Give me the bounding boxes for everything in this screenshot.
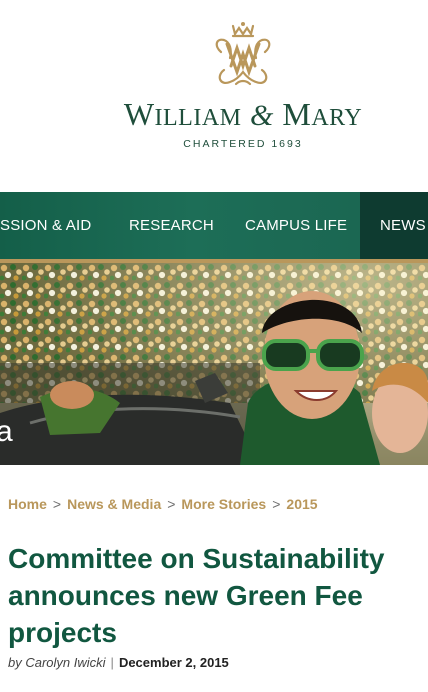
hero-image: a: [0, 263, 428, 465]
article-title: Committee on Sustainability announces ne…: [8, 543, 385, 648]
main-nav: SSION & AID RESEARCH CAMPUS LIFE NEWS: [0, 192, 428, 259]
byline-by: by: [8, 655, 22, 670]
stadium-crowd-photo: a: [0, 263, 428, 465]
byline-date: December 2, 2015: [118, 655, 229, 670]
wordmark-rest-ary: ARY: [311, 105, 363, 131]
breadcrumb-2015[interactable]: 2015: [286, 496, 317, 512]
nav-research[interactable]: RESEARCH: [129, 192, 214, 259]
nav-campus-life[interactable]: CAMPUS LIFE: [245, 192, 347, 259]
masthead: WILLIAM & MARY CHARTERED 1693: [0, 0, 428, 192]
wordmark-ampersand: &: [250, 99, 274, 132]
breadcrumb-more-stories[interactable]: More Stories: [181, 496, 266, 512]
byline-separator: |: [110, 655, 114, 670]
wordmark[interactable]: WILLIAM & MARY: [0, 96, 428, 133]
byline: by Carolyn Iwicki | December 2, 2015: [8, 655, 229, 670]
breadcrumb-separator: >: [167, 496, 176, 512]
breadcrumb: Home > News & Media > More Stories >2015: [8, 496, 318, 512]
nav-admission-aid[interactable]: SSION & AID: [0, 192, 91, 259]
byline-author: Carolyn Iwicki: [25, 655, 106, 670]
hero-overlay-text: a: [0, 415, 13, 448]
royal-cypher-logo[interactable]: [206, 20, 280, 90]
nav-news[interactable]: NEWS: [360, 192, 428, 259]
wordmark-initial-w: W: [123, 96, 155, 132]
breadcrumb-news-media[interactable]: News & Media: [67, 496, 161, 512]
breadcrumb-separator: >: [52, 496, 62, 512]
chartered-tagline: CHARTERED 1693: [183, 138, 303, 150]
breadcrumb-home[interactable]: Home: [8, 496, 47, 512]
wordmark-rest-illiam: ILLIAM: [154, 105, 242, 131]
breadcrumb-separator: >: [272, 496, 281, 512]
wordmark-initial-m: M: [282, 96, 312, 132]
